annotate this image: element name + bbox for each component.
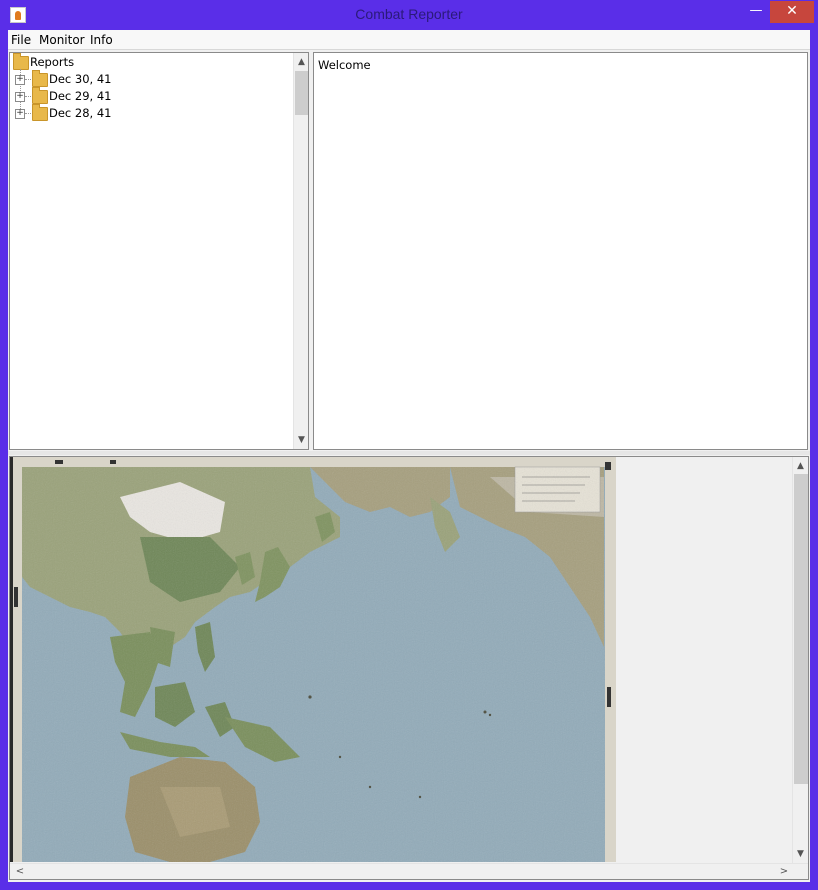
pacific-map-image xyxy=(10,457,616,862)
title-bar[interactable]: Combat Reporter — ✕ xyxy=(0,0,818,30)
tree-root-label: Reports xyxy=(30,55,75,69)
scroll-down-icon[interactable]: ▼ xyxy=(294,433,309,447)
minimize-button[interactable]: — xyxy=(744,1,768,23)
menu-monitor[interactable]: Monitor xyxy=(39,33,85,47)
tree-connector xyxy=(25,113,31,114)
folder-icon xyxy=(32,70,48,87)
scroll-down-icon[interactable]: ▼ xyxy=(793,847,808,861)
pacific-map[interactable] xyxy=(10,457,616,862)
scroll-up-icon[interactable]: ▲ xyxy=(294,55,309,69)
tree-root[interactable]: Reports xyxy=(10,53,290,71)
map-vertical-scrollbar[interactable]: ▲ ▼ xyxy=(792,457,808,863)
map-horizontal-scrollbar[interactable]: < > xyxy=(10,863,808,879)
split-divider[interactable] xyxy=(8,451,810,455)
welcome-text: Welcome xyxy=(318,58,371,72)
map-scroll-pane[interactable]: ▲ ▼ < > xyxy=(9,456,809,880)
tree-node-label: Dec 30, 41 xyxy=(49,72,112,86)
tree-node[interactable]: + Dec 30, 41 xyxy=(10,70,290,88)
tree-node-label: Dec 29, 41 xyxy=(49,89,112,103)
tree-node[interactable]: + Dec 29, 41 xyxy=(10,87,290,105)
expand-icon[interactable]: + xyxy=(15,109,25,119)
folder-icon xyxy=(32,87,48,104)
tree-connector xyxy=(25,96,31,97)
report-content-panel: Welcome xyxy=(313,52,808,450)
reports-tree[interactable]: Reports + Dec 30, 41 + Dec 29, 41 + Dec … xyxy=(9,52,309,450)
client-area: File Monitor Info Reports + Dec 30, 41 +… xyxy=(8,30,810,882)
tree-node-label: Dec 28, 41 xyxy=(49,106,112,120)
scroll-up-icon[interactable]: ▲ xyxy=(793,459,808,473)
expand-icon[interactable]: + xyxy=(15,92,25,102)
folder-icon xyxy=(13,53,29,70)
scroll-thumb[interactable] xyxy=(295,71,308,115)
menu-bar: File Monitor Info xyxy=(8,30,810,50)
folder-icon xyxy=(32,104,48,121)
tree-vertical-scrollbar[interactable]: ▲ ▼ xyxy=(293,53,308,449)
menu-file[interactable]: File xyxy=(11,33,31,47)
menu-info[interactable]: Info xyxy=(90,33,113,47)
tree-node[interactable]: + Dec 28, 41 xyxy=(10,104,290,122)
expand-icon[interactable]: + xyxy=(15,75,25,85)
tree-connector xyxy=(25,79,31,80)
window-title: Combat Reporter xyxy=(355,6,463,22)
scroll-left-icon[interactable]: < xyxy=(12,864,28,879)
scroll-thumb[interactable] xyxy=(794,474,808,784)
scroll-right-icon[interactable]: > xyxy=(776,864,792,879)
close-button[interactable]: ✕ xyxy=(770,1,814,23)
